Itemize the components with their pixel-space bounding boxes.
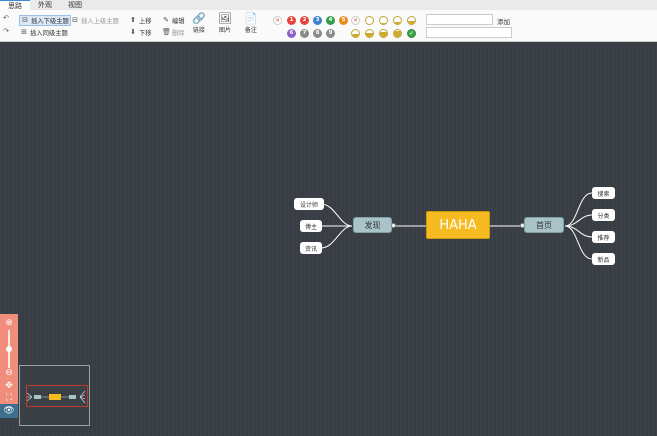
eye-icon[interactable]: 👁: [0, 404, 18, 418]
minimap-viewport[interactable]: [26, 385, 88, 407]
subtopic-blogger[interactable]: 博主: [300, 220, 322, 232]
subtopic-search[interactable]: 搜索: [592, 187, 615, 199]
zoom-slider-thumb[interactable]: [6, 346, 12, 352]
collapse-left-handle[interactable]: [391, 223, 396, 228]
root-node[interactable]: HAHA: [426, 211, 490, 239]
subtopic-new[interactable]: 新品: [592, 253, 615, 265]
zoom-out-icon[interactable]: ⊖: [3, 367, 15, 379]
subtopic-news[interactable]: 资讯: [300, 242, 322, 254]
collapse-right-handle[interactable]: [520, 223, 525, 228]
zoom-in-icon[interactable]: ⊕: [3, 317, 15, 329]
move-icon[interactable]: ✥: [3, 380, 15, 392]
subtopic-recommend[interactable]: 推荐: [592, 231, 615, 243]
topic-discover[interactable]: 发现: [353, 217, 392, 233]
subtopic-designer[interactable]: 设计师: [294, 198, 324, 210]
fit-icon[interactable]: ⛶: [3, 392, 15, 404]
subtopic-category[interactable]: 分类: [592, 209, 615, 221]
minimap[interactable]: [19, 365, 90, 426]
topic-home[interactable]: 首页: [524, 217, 564, 233]
